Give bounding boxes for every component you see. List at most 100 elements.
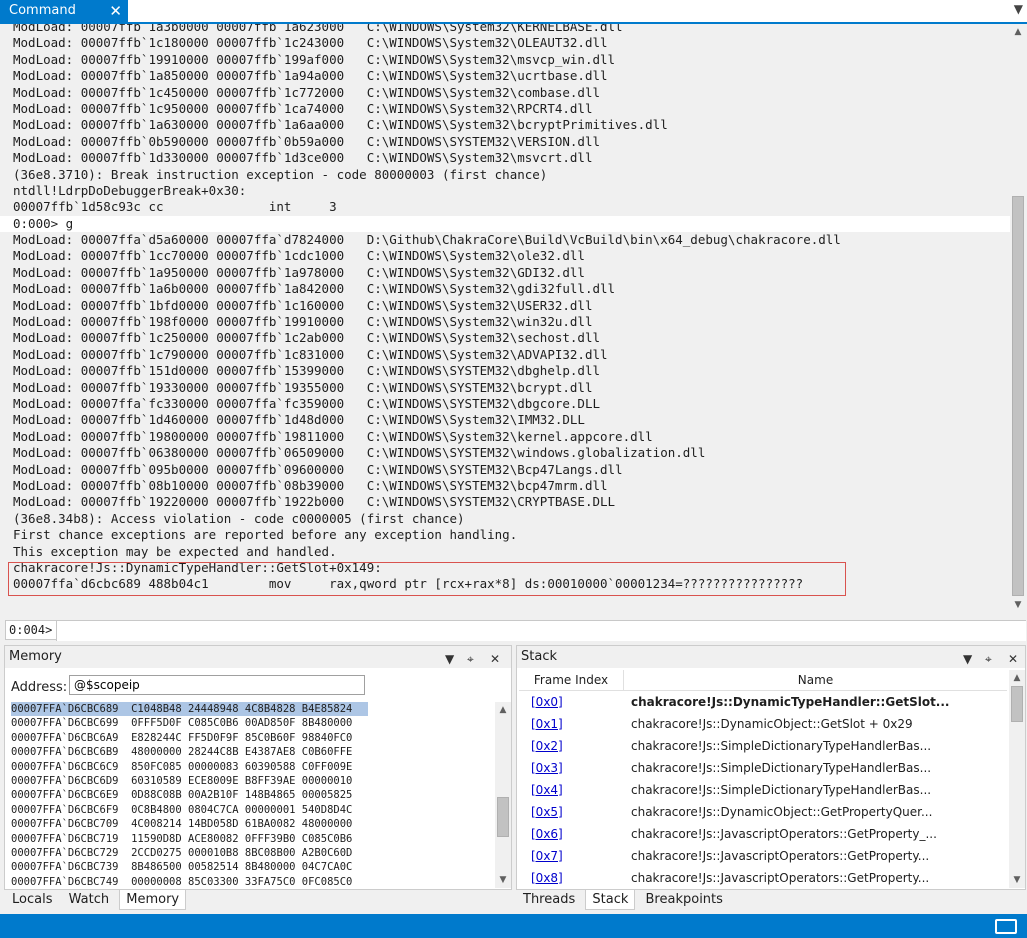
notification-icon[interactable] xyxy=(995,919,1017,934)
frame-index-cell: [0x5] xyxy=(519,801,623,823)
frame-index-link[interactable]: [0x0] xyxy=(531,695,563,709)
frame-index-cell: [0x3] xyxy=(519,757,623,779)
frame-index-link[interactable]: [0x2] xyxy=(531,739,563,753)
memory-line[interactable]: 00007FFA`D6CBC6E9 0D88C08B 00A2B10F 148B… xyxy=(11,788,495,802)
output-line: ModLoad: 00007ffb`06380000 00007ffb`0650… xyxy=(13,445,706,461)
stack-frame-row[interactable]: [0x3] chakracore!Js::SimpleDictionaryType… xyxy=(519,757,1007,779)
stack-frame-row[interactable]: [0x4] chakracore!Js::SimpleDictionaryType… xyxy=(519,779,1007,801)
memory-line[interactable]: 00007FFA`D6CBC719 11590D8D ACE80082 0FFF… xyxy=(11,832,495,846)
close-icon[interactable]: ✕ xyxy=(1008,648,1018,670)
output-line: ModLoad: 00007ffb`19220000 00007ffb`1922… xyxy=(13,494,616,510)
output-line: ModLoad: 00007ffb`19330000 00007ffb`1935… xyxy=(13,379,593,395)
stack-panel-title: Stack xyxy=(521,649,557,664)
memory-line[interactable]: 00007FFA`D6CBC749 00000008 85C03300 33FA… xyxy=(11,875,495,888)
close-icon[interactable]: ✕ xyxy=(109,0,122,22)
tab-command[interactable]: Command ✕ xyxy=(0,0,128,22)
dropdown-icon[interactable]: ▼ xyxy=(963,648,972,670)
stack-frame-row[interactable]: [0x8] chakracore!Js::JavascriptOperators:… xyxy=(519,867,1007,888)
scroll-up-icon[interactable]: ▲ xyxy=(495,702,511,718)
column-header-frame-index[interactable]: Frame Index xyxy=(519,670,624,690)
exception-highlight-box xyxy=(8,562,846,596)
scrollbar-thumb[interactable] xyxy=(497,797,509,837)
frame-index-link[interactable]: [0x8] xyxy=(531,871,563,885)
command-input[interactable] xyxy=(56,621,1026,641)
tab-memory[interactable]: Memory xyxy=(119,890,187,910)
stack-scrollbar[interactable]: ▲ ▼ xyxy=(1009,670,1025,888)
window-menu-icon[interactable]: ▼ xyxy=(1014,2,1023,16)
memory-line[interactable]: 00007FFA`D6CBC729 2CCD0275 000010B8 8BC0… xyxy=(11,846,495,860)
frame-index-cell: [0x7] xyxy=(519,845,623,867)
scroll-down-icon[interactable]: ▼ xyxy=(1010,597,1026,613)
memory-scrollbar[interactable]: ▲ ▼ xyxy=(495,702,511,888)
memory-line[interactable]: 00007FFA`D6CBC709 4C008214 14BD058D 61BA… xyxy=(11,817,495,831)
frame-index-link[interactable]: [0x6] xyxy=(531,827,563,841)
command-tab-title: Command xyxy=(9,3,76,18)
tab-stack[interactable]: Stack xyxy=(585,890,636,910)
output-line: (36e8.3710): Break instruction exception… xyxy=(13,166,548,182)
memory-line[interactable]: 00007FFA`D6CBC689 C1048B48 24448948 4C8B… xyxy=(11,702,368,717)
output-line: ModLoad: 00007ffb`1c180000 00007ffb`1c24… xyxy=(13,35,608,51)
output-line: ModLoad: 00007ffb`1d330000 00007ffb`1d3c… xyxy=(13,150,593,166)
frame-name-cell: chakracore!Js::JavascriptOperators::GetP… xyxy=(631,871,930,885)
frame-index-cell: [0x6] xyxy=(519,823,623,845)
command-output-lines: ModLoad: 00007ffb`1a3b0000 00007ffb`1a62… xyxy=(0,24,1010,593)
output-line: 00007ffb`1d58c93c cc int 3 xyxy=(13,199,337,215)
frame-index-cell: [0x0] xyxy=(519,691,623,713)
dropdown-icon[interactable]: ▼ xyxy=(445,648,454,670)
pin-icon[interactable]: ⌖ xyxy=(467,648,474,670)
scrollbar-thumb[interactable] xyxy=(1011,686,1023,722)
command-output: ModLoad: 00007ffb`1a3b0000 00007ffb`1a62… xyxy=(0,24,1010,613)
frame-name-cell: chakracore!Js::JavascriptOperators::GetP… xyxy=(631,849,930,863)
memory-line[interactable]: 00007FFA`D6CBC6F9 0C8B4800 0804C7CA 0000… xyxy=(11,803,495,817)
output-line: First chance exceptions are reported bef… xyxy=(13,527,518,543)
memory-line[interactable]: 00007FFA`D6CBC699 0FFF5D0F C085C0B6 00AD… xyxy=(11,716,495,730)
stack-frame-row[interactable]: [0x0] chakracore!Js::DynamicTypeHandler::… xyxy=(519,691,1007,713)
scroll-up-icon[interactable]: ▲ xyxy=(1010,24,1026,40)
frame-index-link[interactable]: [0x5] xyxy=(531,805,563,819)
frame-name-cell: chakracore!Js::DynamicObject::GetPropert… xyxy=(631,805,933,819)
memory-line[interactable]: 00007FFA`D6CBC6D9 60310589 ECE8009E B8FF… xyxy=(11,774,495,788)
command-output-scrollbar[interactable]: ▲ ▼ xyxy=(1010,24,1026,613)
memory-line[interactable]: 00007FFA`D6CBC6B9 48000000 28244C8B E438… xyxy=(11,745,495,759)
stack-frame-row[interactable]: [0x2] chakracore!Js::SimpleDictionaryType… xyxy=(519,735,1007,757)
memory-line[interactable]: 00007FFA`D6CBC739 8B486500 00582514 8B48… xyxy=(11,860,495,874)
output-line: ModLoad: 00007ffb`1a950000 00007ffb`1a97… xyxy=(13,264,585,280)
frame-name-cell: chakracore!Js::JavascriptOperators::GetP… xyxy=(631,827,937,841)
tab-breakpoints[interactable]: Breakpoints xyxy=(640,890,729,909)
memory-panel-header: Memory ▼ ⌖ ✕ xyxy=(5,646,511,668)
frame-index-link[interactable]: [0x1] xyxy=(531,717,563,731)
column-header-name[interactable]: Name xyxy=(624,670,1007,690)
address-input[interactable] xyxy=(69,675,365,695)
output-line: ModLoad: 00007ffb`1cc70000 00007ffb`1cdc… xyxy=(13,248,585,264)
stack-frame-row[interactable]: [0x7] chakracore!Js::JavascriptOperators:… xyxy=(519,845,1007,867)
stack-panel-header: Stack ▼ ⌖ ✕ xyxy=(517,646,1025,668)
frame-index-link[interactable]: [0x7] xyxy=(531,849,563,863)
memory-line[interactable]: 00007FFA`D6CBC6C9 850FC085 00000083 6039… xyxy=(11,760,495,774)
output-line: ModLoad: 00007ffb`19910000 00007ffb`199a… xyxy=(13,51,616,67)
stack-frame-row[interactable]: [0x6] chakracore!Js::JavascriptOperators:… xyxy=(519,823,1007,845)
output-line: ModLoad: 00007ffb`1a3b0000 00007ffb`1a62… xyxy=(13,24,623,34)
output-line: This exception may be expected and handl… xyxy=(13,543,337,559)
tab-watch[interactable]: Watch xyxy=(63,890,115,909)
output-line: (36e8.34b8): Access violation - code c00… xyxy=(13,510,465,526)
frame-name-cell: chakracore!Js::SimpleDictionaryTypeHandl… xyxy=(631,783,932,797)
stack-frame-row[interactable]: [0x5] chakracore!Js::DynamicObject::GetPr… xyxy=(519,801,1007,823)
stack-panel: Stack ▼ ⌖ ✕ Frame Index Name [0x0] chakra… xyxy=(516,645,1026,890)
scroll-down-icon[interactable]: ▼ xyxy=(495,872,511,888)
stack-frame-row[interactable]: [0x1] chakracore!Js::DynamicObject::GetSl… xyxy=(519,713,1007,735)
frame-index-link[interactable]: [0x4] xyxy=(531,783,563,797)
memory-panel: Memory ▼ ⌖ ✕ Address: 00007FFA`D6CBC689 … xyxy=(4,645,512,890)
output-line: ModLoad: 00007ffb`1c950000 00007ffb`1ca7… xyxy=(13,100,593,116)
frame-index-link[interactable]: [0x3] xyxy=(531,761,563,775)
scrollbar-thumb[interactable] xyxy=(1012,196,1024,596)
pin-icon[interactable]: ⌖ xyxy=(985,648,992,670)
memory-line[interactable]: 00007FFA`D6CBC6A9 E828244C FF5D0F9F 85C0… xyxy=(11,731,495,745)
tab-locals[interactable]: Locals xyxy=(6,890,58,909)
frame-name-cell: chakracore!Js::DynamicTypeHandler::GetSl… xyxy=(631,695,950,709)
scroll-up-icon[interactable]: ▲ xyxy=(1009,670,1025,686)
close-icon[interactable]: ✕ xyxy=(490,648,500,670)
output-line: ModLoad: 00007ffb`1a6b0000 00007ffb`1a84… xyxy=(13,281,616,297)
output-line: ModLoad: 00007ffb`1c250000 00007ffb`1c2a… xyxy=(13,330,600,346)
scroll-down-icon[interactable]: ▼ xyxy=(1009,872,1025,888)
tab-threads[interactable]: Threads xyxy=(517,890,581,909)
